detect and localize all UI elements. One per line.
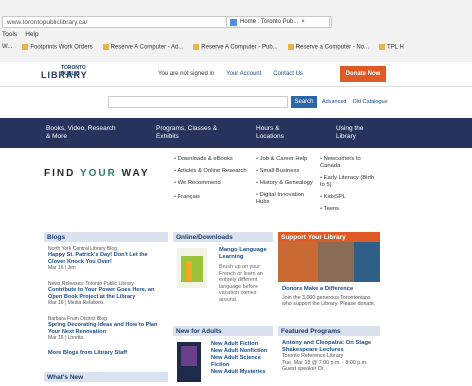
new-adult-links: New Adult Fiction New Adult Nonfiction N… bbox=[211, 341, 273, 376]
header-links: You are not signed in Your Account Conta… bbox=[158, 71, 303, 77]
menu-tools[interactable]: Tools bbox=[2, 31, 17, 38]
quick-link[interactable]: Digital Innovation Hubs bbox=[256, 192, 318, 206]
quick-link[interactable]: Downloads & eBooks bbox=[174, 156, 252, 163]
old-catalogue-link[interactable]: Old Catalogue bbox=[352, 99, 387, 105]
main-nav: Books, Video, Research & More Programs, … bbox=[0, 118, 472, 148]
support-photo bbox=[278, 242, 380, 282]
mango-logo-icon[interactable] bbox=[177, 248, 207, 288]
favorite-item[interactable]: Reserve a Computer - No... bbox=[288, 44, 369, 50]
quick-link[interactable]: Français bbox=[174, 194, 252, 201]
find-your-way-title: FIND YOUR WAY bbox=[44, 168, 149, 179]
new-adult-link[interactable]: New Adult Nonfiction bbox=[211, 348, 273, 355]
favorite-item[interactable]: Footprints Work Orders bbox=[22, 44, 92, 50]
featured-heading: Featured Programs bbox=[278, 326, 380, 336]
advanced-search-link[interactable]: Advanced bbox=[322, 99, 346, 105]
menu-help[interactable]: Help bbox=[25, 31, 38, 38]
contact-us-link[interactable]: Contact Us bbox=[273, 71, 303, 77]
search-links: Advanced Old Catalogue bbox=[322, 99, 388, 105]
whats-new-panel: What's New bbox=[44, 372, 168, 382]
blog-title[interactable]: Happy St. Patrick's Day! Don't Let the C… bbox=[48, 252, 164, 265]
nav-item-hours[interactable]: Hours & Locations bbox=[256, 125, 302, 141]
nav-item-using[interactable]: Using the Library bbox=[336, 125, 382, 141]
more-blogs: More Blogs from Library Staff bbox=[44, 346, 168, 357]
featured-program: Antony and Cleopatra: On Stage Shakespea… bbox=[278, 336, 380, 373]
blog-post: Barbara Frum District Blog Spring Decora… bbox=[44, 312, 168, 341]
featured-extra: Guest speaker Dr. bbox=[282, 366, 325, 372]
quick-link[interactable]: KidsSPL bbox=[320, 194, 376, 201]
support-panel: Support Your Library Donors Make a Diffe… bbox=[278, 232, 380, 322]
title-part: FIND bbox=[44, 168, 80, 179]
search-row: Search Advanced Old Catalogue bbox=[0, 94, 472, 110]
downloads-feature: Mango Language Learning Brush up on your… bbox=[219, 247, 271, 303]
quick-link[interactable]: Job & Career Help bbox=[256, 156, 318, 163]
featured-title[interactable]: Antony and Cleopatra: On Stage Shakespea… bbox=[282, 340, 376, 353]
new-adult-panel: New for Adults New Adult Fiction New Adu… bbox=[173, 326, 273, 386]
new-adult-heading: New for Adults bbox=[173, 326, 273, 336]
favorite-item[interactable]: TPL H bbox=[379, 44, 404, 50]
your-account-link[interactable]: Your Account bbox=[226, 71, 261, 77]
quick-link[interactable]: Small Business bbox=[256, 168, 318, 175]
quick-link[interactable]: We Recommend bbox=[174, 180, 252, 187]
browser-chrome: www.torontopubliclibrary.ca/ ⌕ ▾ → Home … bbox=[0, 0, 472, 62]
search-input[interactable] bbox=[108, 96, 288, 108]
quick-link[interactable]: Articles & Online Research bbox=[174, 168, 252, 175]
favorite-item[interactable]: Reserve A Computer - Pub... bbox=[193, 44, 277, 50]
browser-tab[interactable]: Home : Toronto Pub... × bbox=[226, 16, 330, 28]
search-button[interactable]: Search bbox=[291, 96, 317, 108]
logo-main-text: LIBRARY bbox=[41, 70, 88, 80]
title-part-accent: YOUR bbox=[79, 168, 117, 179]
library-logo[interactable]: TORONTO PUBLIC LIBRARY bbox=[41, 65, 103, 83]
support-feature: Donors Make a Difference Join the 3,000 … bbox=[282, 286, 378, 308]
menu-bar: Tools Help bbox=[2, 31, 39, 38]
more-blogs-link[interactable]: More Blogs from Library Staff bbox=[48, 350, 127, 356]
site-header: TORONTO PUBLIC LIBRARY You are not signe… bbox=[0, 62, 472, 87]
signin-status[interactable]: You are not signed in bbox=[158, 71, 214, 77]
new-adult-link[interactable]: New Adult Mysteries bbox=[211, 369, 273, 376]
link-column: Job & Career Help Small Business History… bbox=[256, 156, 318, 211]
book-cover[interactable] bbox=[177, 342, 201, 382]
quick-link[interactable]: Teens bbox=[320, 206, 376, 213]
close-icon[interactable]: × bbox=[301, 19, 305, 25]
nav-item-programs[interactable]: Programs, Classes & Exhibits bbox=[156, 125, 226, 141]
link-column: Newcomers to Canada Early Literacy (Birt… bbox=[320, 156, 376, 218]
blog-title[interactable]: Spring Decorating Ideas and How to Plan … bbox=[48, 322, 164, 335]
favorites-bar: W... Footprints Work Orders Reserve A Co… bbox=[0, 41, 472, 53]
blog-post: News Releases: Toronto Public Library Co… bbox=[44, 277, 168, 306]
nav-item-books[interactable]: Books, Video, Research & More bbox=[46, 125, 116, 141]
featured-panel: Featured Programs Antony and Cleopatra: … bbox=[278, 326, 380, 386]
blog-meta: Mar 16 | Loretta bbox=[48, 335, 84, 341]
downloads-heading: Online/Downloads bbox=[173, 232, 273, 242]
blogs-panel: Blogs North York Central Library Blog Ha… bbox=[44, 232, 168, 382]
downloads-desc: Brush up on your French or learn an enti… bbox=[219, 264, 264, 303]
downloads-panel: Online/Downloads Mango Language Learning… bbox=[173, 232, 273, 322]
blog-post: North York Central Library Blog Happy St… bbox=[44, 242, 168, 271]
support-heading: Support Your Library bbox=[278, 232, 380, 242]
downloads-title[interactable]: Mango Language Learning bbox=[219, 247, 271, 260]
support-title[interactable]: Donors Make a Difference bbox=[282, 286, 378, 293]
quick-link[interactable]: History & Genealogy bbox=[256, 180, 318, 187]
favorite-item[interactable]: Reserve A Computer - Ad... bbox=[103, 44, 184, 50]
blog-meta: Mar 16 | Jen bbox=[48, 265, 76, 271]
blog-meta: Mar 16 | Media Relations bbox=[48, 300, 104, 306]
support-desc: Join the 3,000 generous Torontonians who… bbox=[282, 294, 376, 308]
title-part: WAY bbox=[116, 168, 150, 179]
quick-link[interactable]: Newcomers to Canada bbox=[320, 156, 376, 170]
new-adult-link[interactable]: New Adult Science Fiction bbox=[211, 355, 273, 369]
quick-link[interactable]: Early Literacy (Birth to 5) bbox=[320, 175, 376, 189]
tab-title: Home : Toronto Pub... bbox=[240, 19, 299, 25]
new-adult-link[interactable]: New Adult Fiction bbox=[211, 341, 273, 348]
favorite-item[interactable]: W... bbox=[2, 44, 12, 50]
blogs-heading: Blogs bbox=[44, 232, 168, 242]
whats-new-heading: What's New bbox=[44, 372, 168, 382]
donate-button[interactable]: Donate Now bbox=[340, 66, 386, 82]
link-column: Downloads & eBooks Articles & Online Res… bbox=[174, 156, 252, 206]
blog-title[interactable]: Contribute to Your Power Goes Here, an O… bbox=[48, 287, 164, 300]
tab-favicon-icon bbox=[230, 18, 237, 26]
